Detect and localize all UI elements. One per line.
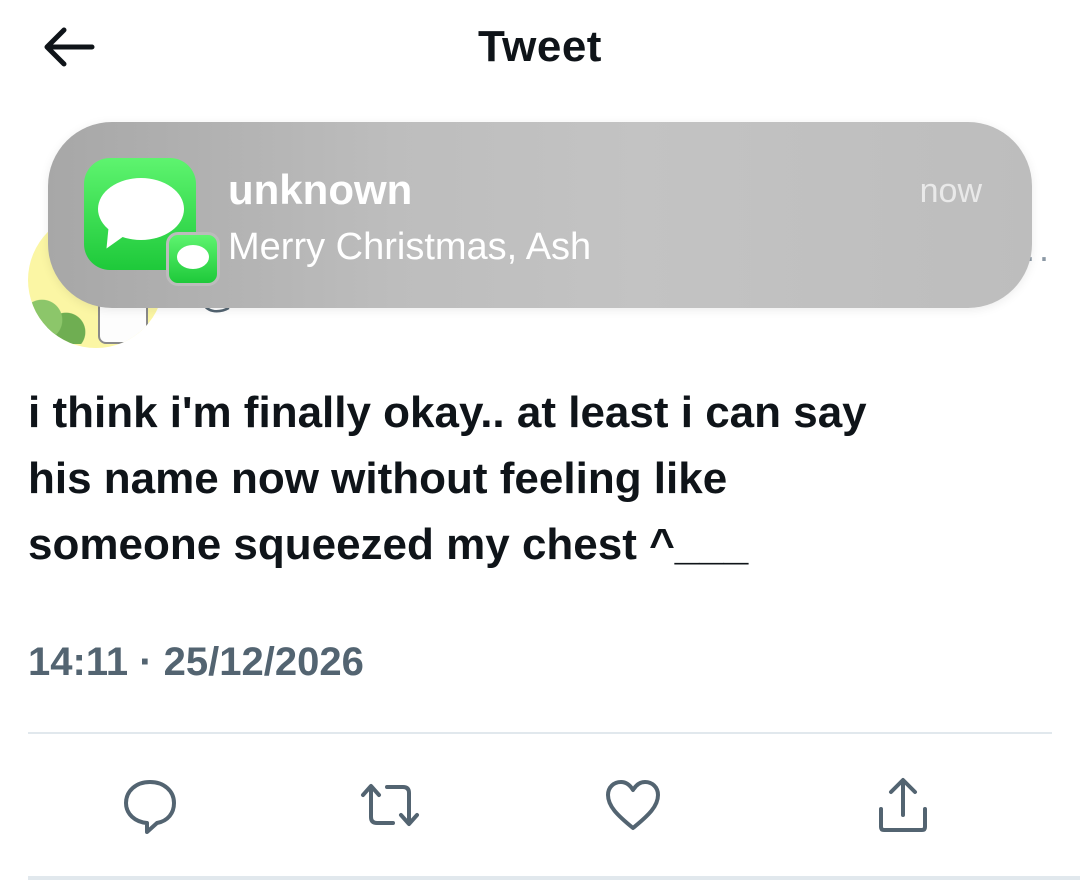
like-button[interactable] xyxy=(598,770,668,840)
divider xyxy=(28,732,1052,734)
action-bar xyxy=(0,770,1080,840)
notification-sender: unknown xyxy=(228,166,413,213)
bottom-divider xyxy=(28,876,1080,880)
reply-icon xyxy=(124,780,176,834)
tweet-detail-screen: Tweet @ashmies ·· unknown Merry Christma… xyxy=(0,0,1080,886)
tweet-text: i think i'm finally okay.. at least i ca… xyxy=(28,388,867,569)
share-icon xyxy=(879,778,927,832)
notification-message: Merry Christmas, Ash xyxy=(228,226,592,268)
notification-time: now xyxy=(919,172,982,210)
retweet-button[interactable] xyxy=(355,770,425,840)
page-title: Tweet xyxy=(478,22,602,71)
tweet-timestamp[interactable]: 14:11 · 25/12/2026 xyxy=(28,640,364,685)
reply-button[interactable] xyxy=(115,770,185,840)
heart-icon xyxy=(606,780,660,830)
share-button[interactable] xyxy=(868,770,938,840)
messages-badge-icon xyxy=(166,232,220,286)
retweet-icon xyxy=(361,784,419,826)
message-notification-banner[interactable]: unknown Merry Christmas, Ash now xyxy=(48,122,1032,308)
